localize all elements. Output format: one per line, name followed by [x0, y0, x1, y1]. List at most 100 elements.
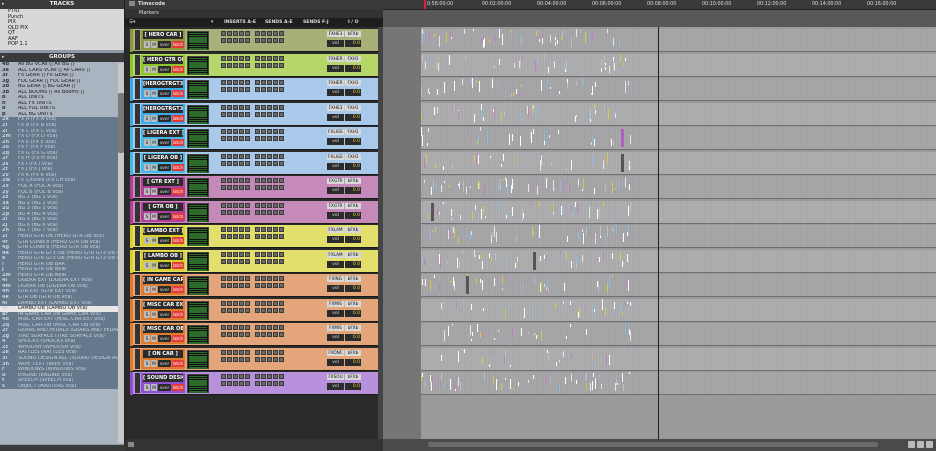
region-mark[interactable] [550, 376, 551, 383]
send-slot[interactable] [267, 350, 272, 355]
region-mark[interactable] [613, 38, 614, 46]
send-slot[interactable] [279, 234, 284, 239]
insert-slot[interactable] [245, 129, 250, 134]
region-mark[interactable] [617, 383, 618, 385]
region-mark[interactable] [597, 281, 598, 287]
region-mark[interactable] [571, 206, 572, 212]
solo-button[interactable]: S [144, 237, 150, 244]
region-mark[interactable] [600, 226, 601, 236]
send-slot[interactable] [261, 63, 266, 68]
region-mark[interactable] [603, 251, 604, 261]
region-mark[interactable] [576, 115, 577, 117]
send-slot[interactable] [255, 154, 260, 159]
insert-slot[interactable] [233, 325, 238, 330]
send-slot[interactable] [261, 259, 266, 264]
region-mark[interactable] [484, 185, 485, 195]
region-mark[interactable] [454, 281, 455, 290]
zoom-in-icon[interactable] [917, 441, 924, 448]
region-mark[interactable] [476, 278, 477, 284]
insert-slot[interactable] [233, 301, 238, 306]
insert-slot[interactable] [227, 105, 232, 110]
region-mark[interactable] [454, 381, 455, 390]
region-mark[interactable] [571, 162, 572, 170]
region-mark[interactable] [537, 186, 538, 195]
insert-slot[interactable] [221, 350, 226, 355]
region-mark[interactable] [483, 333, 484, 339]
region-mark[interactable] [548, 352, 549, 360]
insert-slot[interactable] [233, 308, 238, 313]
region-mark[interactable] [435, 227, 436, 232]
region-mark[interactable] [434, 107, 435, 115]
region-mark[interactable] [576, 227, 577, 232]
region-mark[interactable] [498, 86, 499, 89]
send-slot[interactable] [273, 283, 278, 288]
region-mark[interactable] [605, 63, 606, 65]
region-mark[interactable] [524, 308, 525, 318]
insert-slot[interactable] [227, 252, 232, 257]
region-mark[interactable] [537, 30, 538, 33]
insert-slot[interactable] [227, 308, 232, 313]
insert-slot[interactable] [221, 80, 226, 85]
region-mark[interactable] [428, 214, 429, 218]
mute-button[interactable]: M [151, 66, 157, 73]
insert-slot[interactable] [239, 161, 244, 166]
region-mark[interactable] [557, 40, 558, 44]
insert-slot[interactable] [239, 136, 244, 141]
track-header[interactable]: [HEROGTRGT3OB SMoverlatch FXHE3FXH1vol0.0 [130, 103, 378, 126]
region-mark[interactable] [615, 188, 616, 190]
insert-slot[interactable] [239, 80, 244, 85]
track-view-selector[interactable]: over [158, 360, 171, 367]
automation-mode-selector[interactable]: latch [172, 213, 184, 220]
track-lane[interactable] [421, 54, 936, 77]
region-mark[interactable] [613, 229, 614, 234]
insert-slot[interactable] [239, 227, 244, 232]
region-mark[interactable] [500, 337, 501, 339]
insert-slot[interactable] [227, 374, 232, 379]
region-mark[interactable] [446, 33, 447, 42]
region-mark[interactable] [594, 104, 595, 109]
track-view-selector[interactable]: over [158, 90, 171, 97]
send-slot[interactable] [255, 185, 260, 190]
send-slot[interactable] [261, 105, 266, 110]
send-slot[interactable] [261, 325, 266, 330]
region-mark[interactable] [474, 155, 475, 164]
send-slot[interactable] [261, 283, 266, 288]
region-mark[interactable] [460, 215, 461, 220]
region-mark[interactable] [503, 179, 504, 181]
region-mark[interactable] [479, 181, 480, 189]
insert-slot[interactable] [227, 210, 232, 215]
region-mark[interactable] [582, 189, 583, 191]
region-mark[interactable] [521, 84, 522, 87]
region-mark[interactable] [622, 261, 623, 267]
region-mark[interactable] [443, 385, 444, 388]
region-mark[interactable] [614, 302, 615, 309]
insert-slot[interactable] [239, 112, 244, 117]
output-selector[interactable]: FXHER [327, 80, 344, 86]
send-slot[interactable] [261, 227, 266, 232]
volume-value[interactable]: 0.0 [345, 285, 361, 292]
region-mark[interactable] [620, 377, 621, 381]
region-mark[interactable] [539, 39, 540, 42]
insert-slot[interactable] [233, 203, 238, 208]
region-mark[interactable] [480, 127, 481, 131]
insert-slot[interactable] [233, 252, 238, 257]
bus-selector[interactable]: FXH1 [345, 80, 361, 86]
insert-slot[interactable] [239, 31, 244, 36]
groups-panel-header[interactable]: ▸ GROUPS [0, 53, 124, 62]
insert-slot[interactable] [233, 185, 238, 190]
send-slot[interactable] [267, 154, 272, 159]
region-mark[interactable] [487, 131, 488, 142]
insert-slot[interactable] [233, 129, 238, 134]
region-mark[interactable] [512, 134, 513, 141]
send-slot[interactable] [279, 112, 284, 117]
region-mark[interactable] [422, 279, 423, 285]
region-mark[interactable] [566, 336, 567, 339]
region-mark[interactable] [562, 30, 563, 38]
region-mark[interactable] [522, 55, 523, 62]
region-mark[interactable] [534, 333, 535, 335]
insert-slot[interactable] [227, 185, 232, 190]
insert-slot[interactable] [233, 381, 238, 386]
region-mark[interactable] [554, 188, 555, 192]
send-slot[interactable] [261, 161, 266, 166]
track-lane[interactable] [421, 176, 936, 199]
